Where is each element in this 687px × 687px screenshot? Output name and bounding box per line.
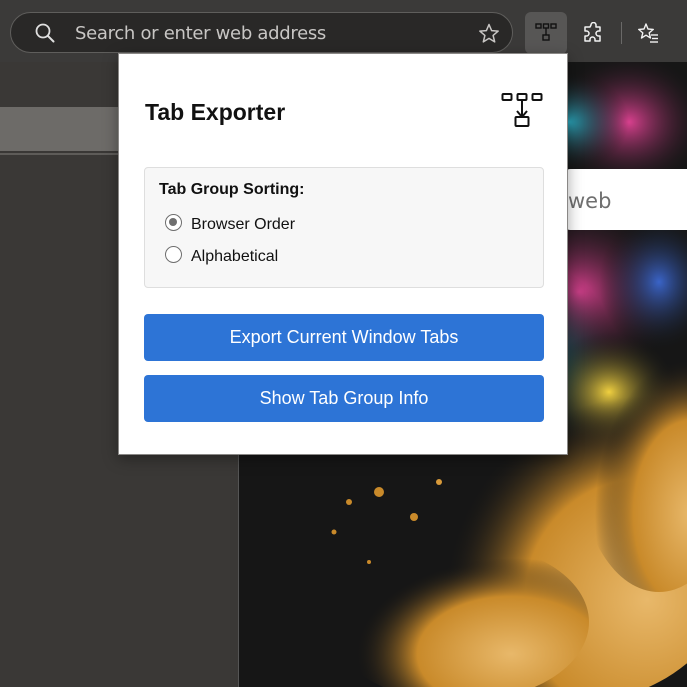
show-tab-group-info-button[interactable]: Show Tab Group Info <box>144 375 544 422</box>
sorting-title: Tab Group Sorting: <box>159 181 305 198</box>
radio-label-alphabetical[interactable]: Alphabetical <box>191 248 278 266</box>
radio-button-alphabetical[interactable] <box>165 246 182 263</box>
favorites-button[interactable] <box>627 12 669 54</box>
tab-hierarchy-icon <box>501 92 543 133</box>
radio-button-browser-order[interactable] <box>165 214 182 231</box>
popup-title: Tab Exporter <box>145 99 286 125</box>
tab-exporter-extension-icon <box>535 23 557 41</box>
page-search-box[interactable]: web <box>566 169 687 230</box>
tab-exporter-popup: Tab Exporter Tab Group Sorting: Browser … <box>118 53 568 455</box>
page-search-text: web <box>568 189 612 213</box>
page-sidebar-divider <box>0 153 120 155</box>
radio-label-browser-order[interactable]: Browser Order <box>191 216 295 234</box>
tab-exporter-extension-button[interactable] <box>525 12 567 54</box>
favorites-icon <box>638 23 658 43</box>
toolbar-divider <box>621 22 622 44</box>
page-sidebar-bar <box>0 107 120 151</box>
extensions-button[interactable] <box>573 12 615 54</box>
address-placeholder[interactable]: Search or enter web address <box>75 23 326 44</box>
tab-group-sorting-panel: Tab Group Sorting: Browser Order Alphabe… <box>144 167 544 288</box>
search-icon <box>34 22 56 49</box>
extensions-puzzle-icon <box>584 22 601 42</box>
favorite-star-icon[interactable] <box>477 22 501 51</box>
address-bar[interactable]: Search or enter web address <box>10 12 513 53</box>
export-current-window-tabs-button[interactable]: Export Current Window Tabs <box>144 314 544 361</box>
